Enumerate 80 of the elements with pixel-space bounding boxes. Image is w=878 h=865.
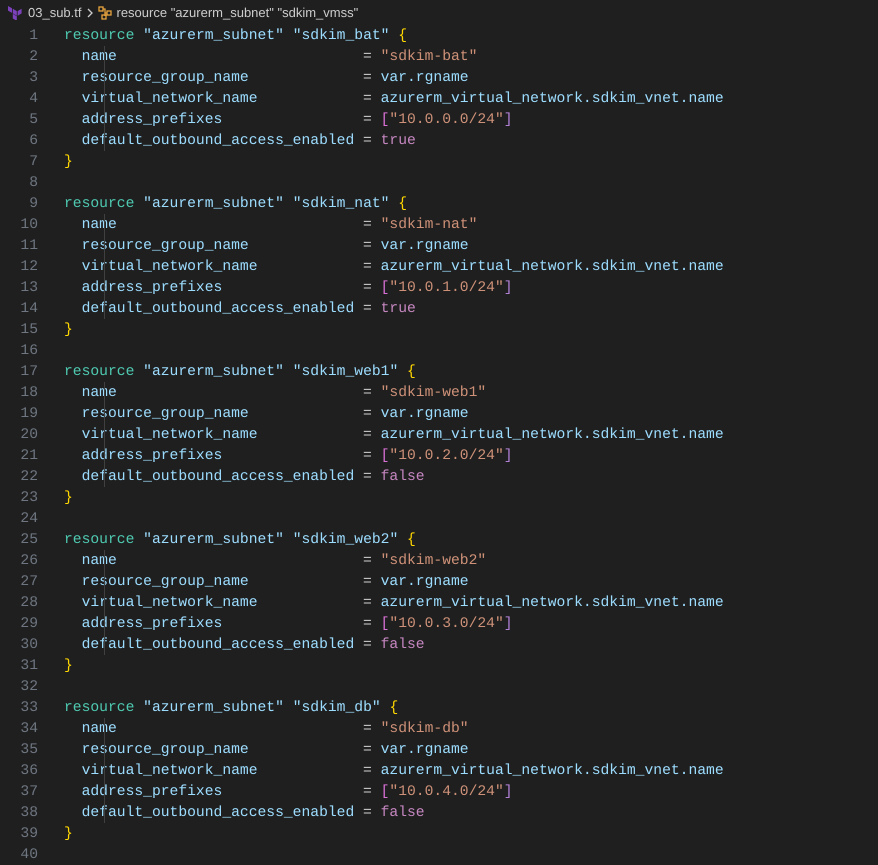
- line-number: 8: [28, 174, 38, 190]
- code-line: resource "azurerm_subnet" "sdkim_web1" {: [64, 364, 416, 380]
- line-number: 39: [19, 826, 38, 842]
- line-number: 25: [19, 532, 38, 548]
- line-number: 4: [28, 90, 38, 106]
- code-line: name = "sdkim-nat": [80, 216, 478, 232]
- code-line: }: [64, 826, 73, 842]
- terraform-icon: [8, 6, 22, 20]
- line-number: 24: [19, 510, 38, 526]
- line-number: 35: [19, 742, 38, 758]
- line-number: 3: [28, 70, 38, 86]
- code-line: address_prefixes = ["10.0.4.0/24"]: [80, 784, 513, 800]
- line-number: 18: [19, 384, 38, 400]
- code-line: address_prefixes = ["10.0.2.0/24"]: [80, 448, 513, 464]
- code-line: default_outbound_access_enabled = false: [80, 636, 425, 652]
- line-number: 38: [19, 804, 38, 820]
- line-number: 31: [19, 658, 38, 674]
- code-line: default_outbound_access_enabled = false: [80, 804, 425, 820]
- symbol-breadcrumb[interactable]: resource "azurerm_subnet" "sdkim_vmss": [116, 5, 358, 20]
- code-line: address_prefixes = ["10.0.0.0/24"]: [80, 112, 513, 128]
- line-number: 6: [28, 132, 38, 148]
- code-line: }: [64, 154, 73, 170]
- code-line: resource_group_name = var.rgname: [80, 574, 469, 590]
- line-number: 30: [19, 636, 38, 652]
- line-number: 13: [19, 280, 38, 296]
- line-number: 11: [19, 238, 38, 254]
- code-line: name = "sdkim-web1": [80, 384, 486, 400]
- line-number: 26: [19, 552, 38, 568]
- line-number: 15: [19, 322, 38, 338]
- code-line: name = "sdkim-web2": [80, 552, 486, 568]
- chevron-right-icon: [86, 6, 94, 18]
- code-line: resource_group_name = var.rgname: [80, 238, 469, 254]
- line-number: 14: [19, 300, 38, 316]
- code-line: address_prefixes = ["10.0.1.0/24"]: [80, 280, 513, 296]
- line-number: 32: [19, 678, 38, 694]
- code-line: resource "azurerm_subnet" "sdkim_nat" {: [64, 196, 408, 212]
- code-line: resource "azurerm_subnet" "sdkim_bat" {: [64, 28, 408, 44]
- line-number: 22: [19, 468, 38, 484]
- symbol-icon: [98, 6, 112, 20]
- code-line: resource_group_name = var.rgname: [80, 742, 469, 758]
- line-number: 1: [28, 28, 38, 44]
- line-number: 34: [19, 720, 38, 736]
- line-number: 36: [19, 762, 38, 778]
- line-number: 17: [19, 364, 38, 380]
- line-number: 37: [19, 784, 38, 800]
- code-line: virtual_network_name = azurerm_virtual_network.sdkim_vnet.name: [80, 90, 724, 106]
- line-number: 9: [28, 196, 38, 212]
- line-number: 28: [19, 594, 38, 610]
- line-number: 12: [19, 258, 38, 274]
- line-number: 20: [19, 426, 38, 442]
- code-line: default_outbound_access_enabled = true: [80, 300, 416, 316]
- code-line: default_outbound_access_enabled = false: [80, 468, 425, 484]
- line-number: 40: [19, 846, 38, 862]
- line-number: 2: [28, 48, 38, 64]
- code-line: virtual_network_name = azurerm_virtual_network.sdkim_vnet.name: [80, 426, 724, 442]
- code-line: default_outbound_access_enabled = true: [80, 132, 416, 148]
- line-number: 5: [28, 112, 38, 128]
- line-number: 33: [19, 700, 38, 716]
- code-line: address_prefixes = ["10.0.3.0/24"]: [80, 616, 513, 632]
- line-number: 10: [19, 216, 38, 232]
- code-line: resource_group_name = var.rgname: [80, 70, 469, 86]
- code-line: }: [64, 322, 73, 338]
- code-line: resource "azurerm_subnet" "sdkim_web2" {: [64, 532, 416, 548]
- code-line: }: [64, 490, 73, 506]
- line-number: 23: [19, 490, 38, 506]
- code-line: name = "sdkim-db": [80, 720, 469, 736]
- code-line: resource_group_name = var.rgname: [80, 406, 469, 422]
- file-breadcrumb[interactable]: 03_sub.tf: [28, 5, 82, 20]
- line-number: 27: [19, 574, 38, 590]
- code-line: name = "sdkim-bat": [80, 48, 478, 64]
- line-number: 16: [19, 342, 38, 358]
- line-number: 21: [19, 448, 38, 464]
- line-number: 19: [19, 406, 38, 422]
- line-number: 29: [19, 616, 38, 632]
- code-line: resource "azurerm_subnet" "sdkim_db" {: [64, 700, 398, 716]
- line-number: 7: [28, 154, 38, 170]
- code-line: virtual_network_name = azurerm_virtual_network.sdkim_vnet.name: [80, 258, 724, 274]
- code-line: }: [64, 658, 73, 674]
- code-line: virtual_network_name = azurerm_virtual_network.sdkim_vnet.name: [80, 594, 724, 610]
- code-line: virtual_network_name = azurerm_virtual_network.sdkim_vnet.name: [80, 762, 724, 778]
